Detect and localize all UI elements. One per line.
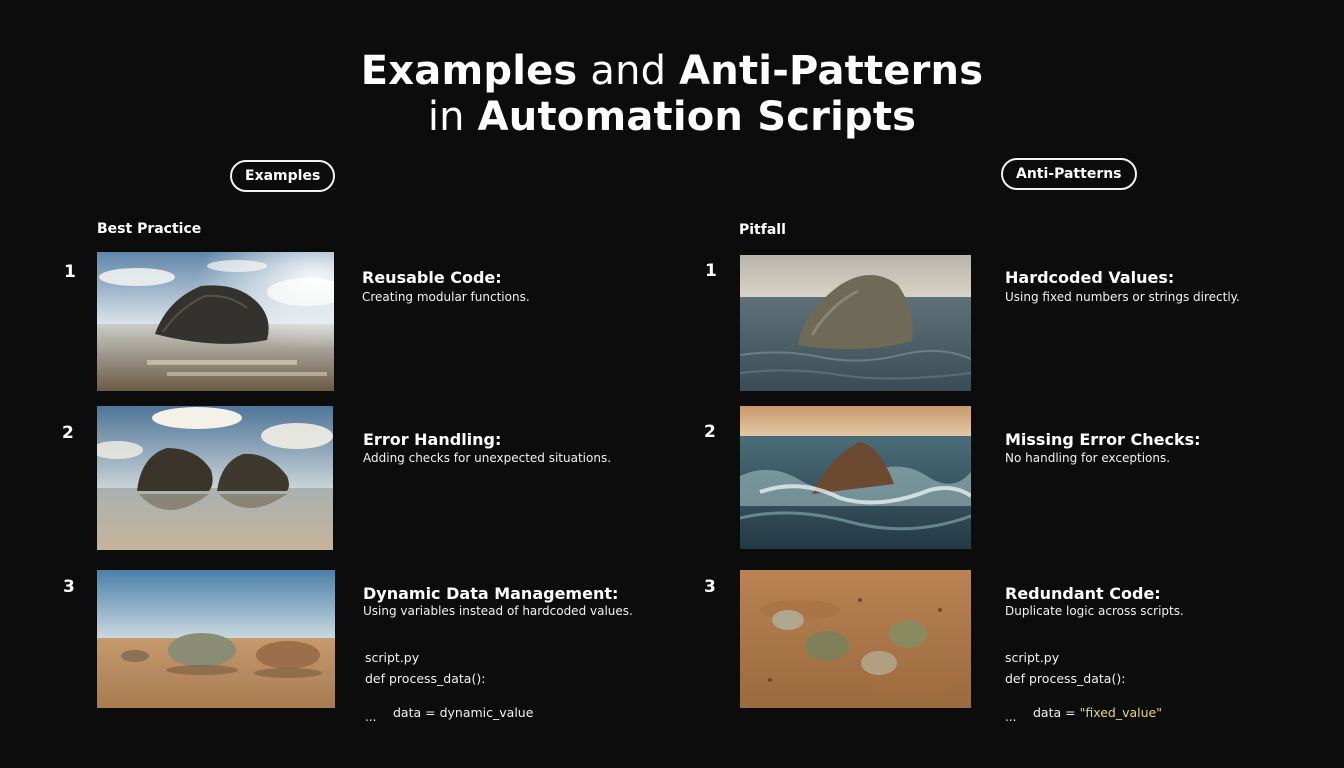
right-code-body: data = "fixed_value" (1033, 705, 1162, 720)
right-code-filename: script.py (1005, 650, 1060, 665)
best-practice-label: Best Practice (97, 221, 202, 237)
pitfall-label: Pitfall (739, 222, 786, 238)
left-item-title-2: Error Handling: (363, 430, 502, 449)
page-title: Examples and Anti-Patterns in Automation… (0, 48, 1344, 140)
left-item-image-2 (97, 406, 333, 550)
left-item-title-1: Reusable Code: (362, 268, 502, 287)
title-line-1: Examples and Anti-Patterns (360, 48, 984, 94)
left-item-number-3: 3 (63, 577, 75, 597)
right-item-desc-2: No handling for exceptions. (1005, 451, 1171, 465)
examples-pill: Examples (230, 160, 336, 192)
left-code-body: data = dynamic_value (393, 705, 534, 720)
slide: Examples and Anti-Patterns in Automation… (0, 0, 1344, 768)
left-item-image-3 (97, 570, 335, 708)
right-item-number-1: 1 (705, 261, 717, 281)
left-code-ellipsis: ... (365, 710, 377, 724)
right-item-number-2: 2 (704, 422, 716, 442)
right-item-desc-3: Duplicate logic across scripts. (1005, 604, 1184, 618)
right-item-image-3 (740, 570, 971, 708)
right-code-ellipsis: ... (1005, 710, 1017, 724)
left-item-number-1: 1 (64, 262, 76, 282)
anti-patterns-pill: Anti-Patterns (1001, 158, 1137, 190)
right-item-number-3: 3 (704, 577, 716, 597)
title-line-2: in Automation Scripts (427, 94, 917, 140)
left-item-desc-1: Creating modular functions. (362, 290, 530, 304)
left-item-title-3: Dynamic Data Management: (363, 584, 619, 603)
left-code-def: def process_data(): (365, 671, 486, 686)
right-code-def: def process_data(): (1005, 671, 1126, 686)
left-item-desc-3: Using variables instead of hardcoded val… (363, 604, 633, 618)
right-item-image-1 (740, 255, 971, 391)
code-string-literal: "fixed_value" (1079, 705, 1162, 720)
right-item-desc-1: Using fixed numbers or strings directly. (1005, 290, 1240, 304)
left-item-number-2: 2 (62, 423, 74, 443)
right-item-title-2: Missing Error Checks: (1005, 430, 1201, 449)
left-item-desc-2: Adding checks for unexpected situations. (363, 451, 612, 465)
left-item-image-1 (97, 252, 334, 391)
left-code-filename: script.py (365, 650, 420, 665)
right-item-title-3: Redundant Code: (1005, 584, 1161, 603)
right-item-title-1: Hardcoded Values: (1005, 268, 1175, 287)
right-item-image-2 (740, 406, 971, 549)
